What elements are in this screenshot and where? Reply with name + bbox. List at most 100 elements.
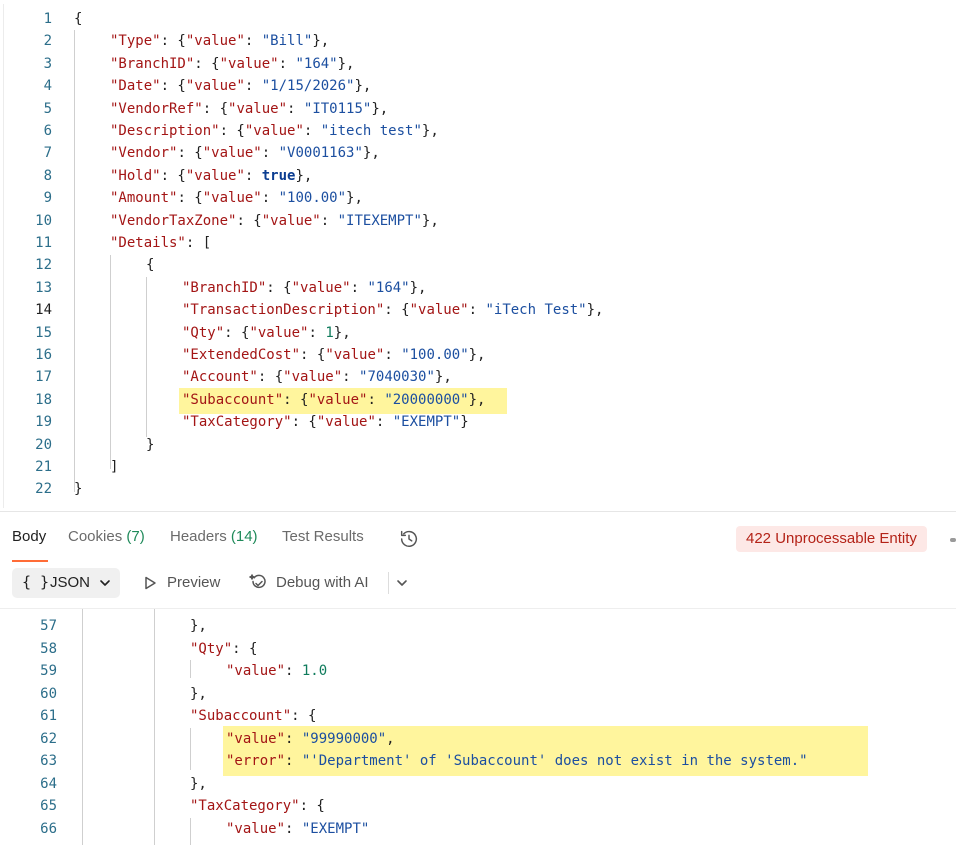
code-token: "Type" xyxy=(110,33,161,50)
code-token: ] xyxy=(110,459,119,475)
code-token: "TransactionDescription" xyxy=(182,302,385,319)
code-token: "'Department' of 'Subaccount' does not e… xyxy=(301,753,808,769)
code-token: "value" xyxy=(261,212,321,229)
response-line: 57}, xyxy=(0,615,956,638)
code-token: : xyxy=(261,145,279,162)
code-line: 4 "Date": {"value": "1/15/2026"}, xyxy=(4,75,956,97)
line-number: 11 xyxy=(35,235,52,251)
code-token: "Vendor" xyxy=(110,145,178,162)
code-token: "BranchID" xyxy=(182,279,267,296)
line-number: 10 xyxy=(35,212,52,229)
code-token: "Qty" xyxy=(182,324,225,341)
debug-with-ai-button[interactable]: Debug with AI xyxy=(276,574,369,591)
code-token: : { xyxy=(232,640,258,657)
tab-cookies[interactable]: Cookies (7) xyxy=(68,528,145,545)
code-token: : { xyxy=(257,369,284,386)
code-token: : xyxy=(350,279,368,296)
code-token: : xyxy=(375,414,393,431)
code-text: "TaxCategory": {"value": "EXEMPT"} xyxy=(182,411,469,433)
code-token: "value" xyxy=(185,33,245,50)
code-token: : { xyxy=(160,167,186,184)
code-token: : { xyxy=(202,100,229,117)
code-text: "BranchID": {"value": "164"}, xyxy=(110,53,354,75)
code-token: : { xyxy=(194,55,220,72)
tab-test-results[interactable]: Test Results xyxy=(282,528,364,545)
code-token: }, xyxy=(190,775,207,792)
code-token: , xyxy=(386,730,395,747)
request-body-editor[interactable]: 1{2 "Type": {"value": "Bill"}, 3 "BranchID"… xyxy=(0,0,956,512)
code-text: "Qty": { xyxy=(190,638,257,661)
code-token: : xyxy=(285,730,302,747)
code-token: "Hold" xyxy=(110,167,161,184)
history-icon[interactable] xyxy=(398,528,420,550)
code-token: }, xyxy=(371,100,389,117)
response-line: 58 "Qty": { xyxy=(0,638,956,661)
code-token: : xyxy=(287,100,304,117)
line-number: 64 xyxy=(40,775,57,792)
code-token: "99990000" xyxy=(301,730,387,747)
code-token: "value" xyxy=(226,730,286,747)
code-token: : { xyxy=(291,708,317,724)
code-line: 6 "Description": {"value": "itech test"}, xyxy=(4,120,956,142)
code-line: 5 "VendorRef": {"value": "IT0115"}, xyxy=(4,98,956,120)
code-text: "Vendor": {"value": "V0001163"}, xyxy=(110,142,380,164)
code-token: "value" xyxy=(244,123,304,139)
code-token: "error" xyxy=(226,753,286,769)
code-text: "Subaccount": {"value": "20000000"}, xyxy=(182,389,485,411)
code-token: { xyxy=(146,257,155,274)
code-text: } xyxy=(146,434,154,456)
code-token: "7040030" xyxy=(359,369,435,386)
code-token: "TaxCategory" xyxy=(190,798,300,814)
play-icon xyxy=(145,576,156,590)
code-token: }, xyxy=(434,369,452,386)
format-select[interactable]: { } JSON xyxy=(12,568,120,598)
status-badge: 422 Unprocessable Entity xyxy=(736,526,927,552)
code-text: "VendorRef": {"value": "IT0115"}, xyxy=(110,98,388,120)
code-token: "value" xyxy=(228,100,288,117)
code-token: "value" xyxy=(291,279,351,296)
response-body-viewer[interactable]: 57}, 58 "Qty": {59 "value": 1.0 60}, 61 "Subac… xyxy=(0,608,956,845)
tab-cookies-count: (7) xyxy=(126,528,145,545)
line-number: 5 xyxy=(43,100,52,117)
code-token: "value" xyxy=(202,145,262,162)
line-number: 16 xyxy=(35,347,52,363)
line-number: 62 xyxy=(40,730,57,747)
tab-headers[interactable]: Headers (14) xyxy=(170,528,258,545)
line-number: 9 xyxy=(43,190,52,207)
code-text: "BranchID": {"value": "164"}, xyxy=(182,277,426,299)
line-number: 59 xyxy=(40,663,57,679)
code-token: }, xyxy=(468,347,486,363)
code-token: "ExtendedCost" xyxy=(182,347,301,363)
code-line: 21] xyxy=(4,456,956,478)
code-text: { xyxy=(146,254,154,276)
preview-button[interactable]: Preview xyxy=(167,574,220,591)
line-number: 8 xyxy=(43,167,52,184)
code-token: "20000000" xyxy=(384,391,469,408)
chevron-down-icon[interactable] xyxy=(395,576,409,590)
code-text: "Type": {"value": "Bill"}, xyxy=(110,30,329,52)
response-line: 61 "Subaccount": { xyxy=(0,705,956,728)
response-line: 65 "TaxCategory": { xyxy=(0,795,956,818)
code-token: : xyxy=(320,212,338,229)
code-text: }, xyxy=(190,683,207,706)
code-token: : { xyxy=(177,145,203,162)
code-token: "value" xyxy=(249,324,309,341)
response-line: 59 "value": 1.0 xyxy=(0,660,956,683)
code-token: }, xyxy=(421,123,439,139)
debug-ai-icon xyxy=(249,574,266,589)
code-token: : xyxy=(384,347,402,363)
line-number: 22 xyxy=(35,481,52,498)
code-token: "Description" xyxy=(110,123,220,139)
code-text: "Hold": {"value": true}, xyxy=(110,165,312,187)
code-text: "TaxCategory": { xyxy=(190,795,325,818)
code-token: : { xyxy=(291,414,317,431)
line-number: 63 xyxy=(40,753,57,769)
line-number: 14 xyxy=(35,302,52,319)
tab-body[interactable]: Body xyxy=(12,528,46,545)
code-token: }, xyxy=(295,167,313,184)
code-token: : xyxy=(285,663,302,679)
line-number: 7 xyxy=(43,145,52,162)
line-number: 2 xyxy=(43,33,52,50)
code-token: : xyxy=(303,123,321,139)
code-token: "TaxCategory" xyxy=(182,414,292,431)
